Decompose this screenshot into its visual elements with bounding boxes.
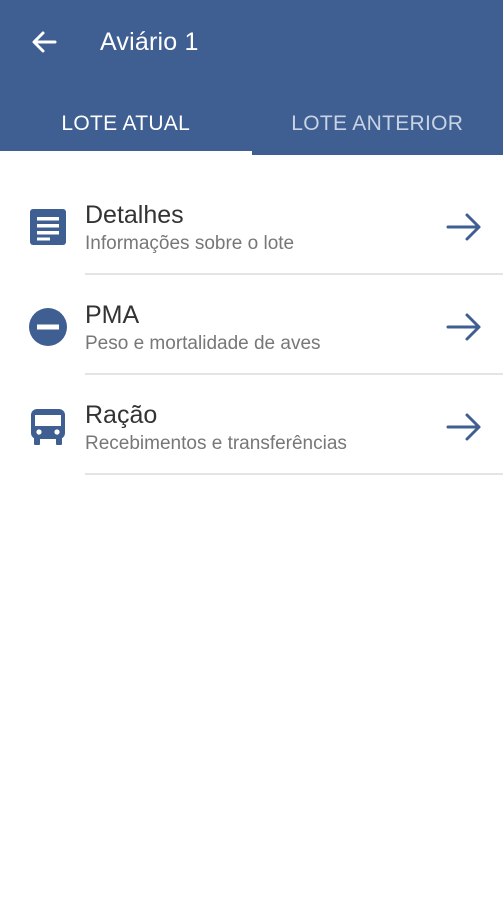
tab-bar: LOTE ATUAL LOTE ANTERIOR [0,92,503,155]
menu-list: Detalhes Informações sobre o lote PMA Pe… [0,175,503,475]
item-title: Ração [85,401,158,429]
minus-circle-icon [26,305,70,349]
back-button[interactable] [22,22,66,62]
tab-label: LOTE ANTERIOR [291,111,464,135]
list-item-pma[interactable]: PMA Peso e mortalidade de aves [0,275,503,375]
document-icon [26,205,70,249]
list-item-racao[interactable]: Ração Recebimentos e transferências [0,375,503,475]
tab-indicator [0,151,252,155]
toolbar: Aviário 1 [0,0,503,86]
bus-icon [26,405,70,449]
item-subtitle: Informações sobre o lote [85,233,295,254]
item-title: Detalhes [85,201,184,229]
arrow-right-icon [445,209,483,245]
page-title: Aviário 1 [100,28,199,56]
divider [85,473,503,475]
list-item-detalhes[interactable]: Detalhes Informações sobre o lote [0,175,503,275]
item-subtitle: Peso e mortalidade de aves [85,333,321,354]
arrow-right-icon [445,409,483,445]
arrow-right-icon [445,309,483,345]
tab-lote-anterior[interactable]: LOTE ANTERIOR [252,92,503,155]
tab-label: LOTE ATUAL [61,111,191,135]
app-bar: Aviário 1 LOTE ATUAL LOTE ANTERIOR [0,0,503,155]
tab-lote-atual[interactable]: LOTE ATUAL [0,92,252,155]
item-title: PMA [85,301,140,329]
item-subtitle: Recebimentos e transferências [85,433,347,454]
arrow-left-icon [32,31,57,53]
